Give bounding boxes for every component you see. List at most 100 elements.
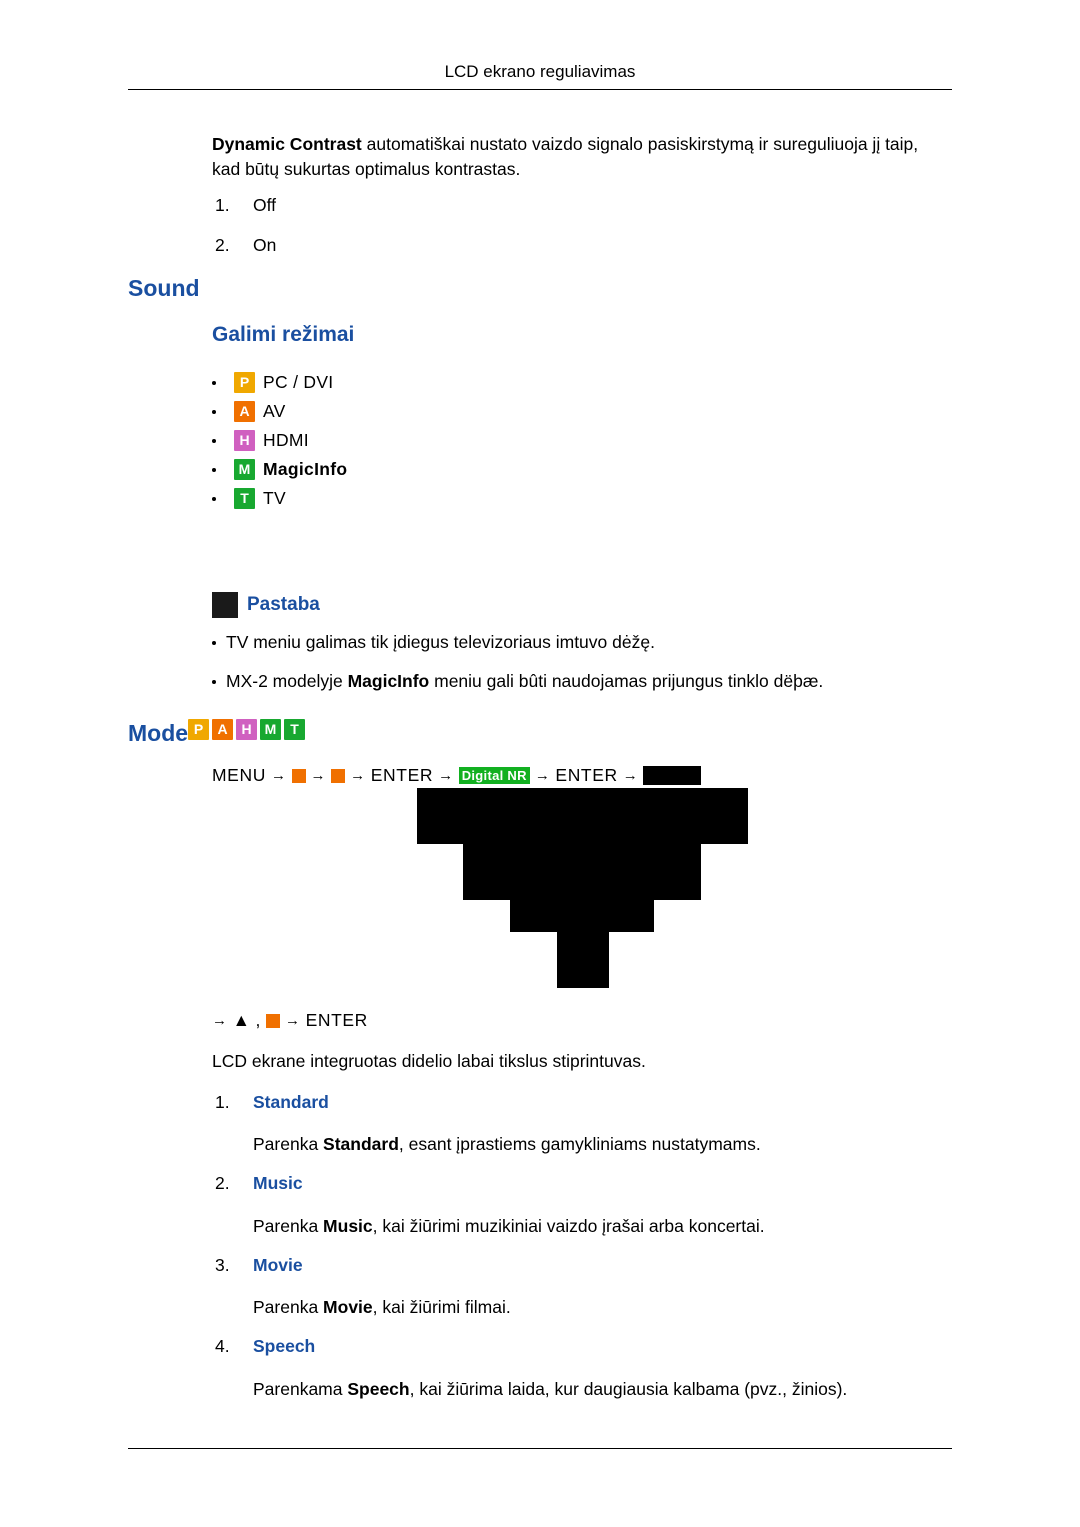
menu-path-line-1: MENU → → → ENTER → Digital NR → ENTER → <box>212 765 702 786</box>
mode-label-magicinfo: MagicInfo <box>263 459 348 479</box>
note-icon <box>212 592 238 618</box>
intro-option-2-index: 2. <box>215 235 230 255</box>
menu-keyword: MENU <box>212 765 266 785</box>
intro-option-1-label: Off <box>253 195 277 215</box>
mode-item-1-desc-bold: Standard <box>323 1134 399 1154</box>
redacted-image-part-3 <box>510 900 654 932</box>
mode-item-1-description: Parenka Standard, esant įprastiems gamyk… <box>253 1132 761 1157</box>
comma-separator: , <box>255 1010 261 1030</box>
intro-text: automatiškai nustato vaizdo signalo pasi… <box>361 134 919 154</box>
mode-item-2-desc-bold: Music <box>323 1216 373 1236</box>
mode-label-hdmi: HDMI <box>263 430 309 450</box>
menu-path-line-2: → ▲ , → ENTER <box>212 1010 368 1031</box>
footer-divider <box>128 1448 952 1449</box>
digital-nr-tag: Digital NR <box>458 767 530 784</box>
enter-keyword-2: ENTER <box>555 765 618 785</box>
list-item: M MagicInfo <box>212 455 347 484</box>
mode-item-3-desc-post: , kai žiūrimi filmai. <box>372 1297 511 1317</box>
mode-chip-a-icon: A <box>212 719 233 740</box>
redacted-image-part-4 <box>557 932 609 988</box>
arrow-icon: → <box>438 767 454 784</box>
subsection-heading-galimi-rezimai: Galimi režimai <box>212 323 355 346</box>
document-page: LCD ekrano reguliavimas Dynamic Contrast… <box>0 0 1080 1527</box>
mode-chip-h-icon: H <box>236 719 257 740</box>
bullet-dot-icon <box>212 409 216 414</box>
mode-item-2-description: Parenka Music, kai žiūrimi muzikiniai va… <box>253 1214 765 1239</box>
intro-option-1-index: 1. <box>215 195 230 215</box>
intro-line2: kad būtų sukurtas optimalus kontrastas. <box>212 159 521 179</box>
redacted-block <box>643 766 702 785</box>
mode-item-2-index: 2. <box>215 1173 230 1193</box>
bullet-dot-icon <box>212 438 216 443</box>
section-heading-sound: Sound <box>128 275 200 301</box>
available-modes-list: P PC / DVI A AV H HDMI M MagicInfo T TV <box>212 368 347 513</box>
mode-chip-p-icon: P <box>188 719 209 740</box>
mode-chip-row: P A H M T <box>188 719 305 740</box>
mode-item-4-desc-bold: Speech <box>347 1379 410 1399</box>
list-item: T TV <box>212 484 347 513</box>
bullet-dot-icon <box>212 641 216 645</box>
mode-item-3-desc-bold: Movie <box>323 1297 373 1317</box>
mode-item-2-desc-pre: Parenka <box>253 1216 324 1236</box>
note-item-2-bold: MagicInfo <box>347 671 430 691</box>
mode-chip-a-icon: A <box>234 401 255 422</box>
section-heading-mode: Mode <box>128 720 189 746</box>
mode-chip-t-icon: T <box>284 719 305 740</box>
list-item: H HDMI <box>212 426 347 455</box>
mode-description: LCD ekrane integruotas didelio labai tik… <box>212 1051 646 1071</box>
up-arrow-icon: ▲ <box>232 1010 251 1030</box>
list-item: MX-2 modelyje MagicInfo meniu gali bûti … <box>212 671 972 692</box>
page-header: LCD ekrano reguliavimas <box>444 62 636 81</box>
mode-item-1-label: Standard <box>253 1092 329 1112</box>
enter-keyword-3: ENTER <box>305 1010 368 1030</box>
mode-item-3-index: 3. <box>215 1255 230 1275</box>
mode-item-2-label: Music <box>253 1173 303 1193</box>
enter-keyword-1: ENTER <box>370 765 434 785</box>
orange-square-icon <box>266 1013 280 1028</box>
mode-item-3-label: Movie <box>253 1255 303 1275</box>
list-item: A AV <box>212 397 347 426</box>
arrow-icon: → <box>285 1012 301 1029</box>
mode-item-2-desc-post: , kai žiūrimi muzikiniai vaizdo įrašai a… <box>372 1216 765 1236</box>
header-divider <box>128 89 952 90</box>
mode-chip-m-icon: M <box>260 719 281 740</box>
bullet-dot-icon <box>212 380 216 385</box>
orange-square-icon <box>291 768 306 783</box>
redacted-image-part-1 <box>417 788 748 844</box>
bullet-dot-icon <box>212 680 216 684</box>
arrow-icon: → <box>622 767 639 784</box>
mode-label-av: AV <box>263 401 286 421</box>
mode-item-4-desc-post: , kai žiūrima laida, kur daugiausia kalb… <box>409 1379 848 1399</box>
mode-item-4-index: 4. <box>215 1336 230 1356</box>
redacted-image-part-2 <box>463 844 701 900</box>
mode-item-4-label: Speech <box>253 1336 316 1356</box>
arrow-icon: → <box>310 767 327 784</box>
mode-item-3-description: Parenka Movie, kai žiūrimi filmai. <box>253 1295 511 1320</box>
note-list: TV meniu galimas tik įdiegus televizoria… <box>212 632 972 710</box>
mode-item-3-desc-pre: Parenka <box>253 1297 324 1317</box>
arrow-icon: → <box>212 1012 228 1029</box>
list-item: TV meniu galimas tik įdiegus televizoria… <box>212 632 972 653</box>
bullet-dot-icon <box>212 496 216 501</box>
note-item-2-post: meniu gali bûti naudojamas prijungus tin… <box>429 671 824 691</box>
mode-chip-p-icon: P <box>234 372 255 393</box>
mode-label-tv: TV <box>263 488 286 508</box>
arrow-icon: → <box>350 767 366 784</box>
mode-item-1-index: 1. <box>215 1092 230 1112</box>
intro-bold-lead: Dynamic Contrast <box>212 134 362 154</box>
list-item: P PC / DVI <box>212 368 347 397</box>
mode-item-1-desc-post: , esant įprastiems gamykliniams nustatym… <box>398 1134 761 1154</box>
mode-item-4-desc-pre: Parenkama <box>253 1379 348 1399</box>
mode-chip-h-icon: H <box>234 430 255 451</box>
intro-paragraph: Dynamic Contrast automatiškai nustato va… <box>212 132 960 182</box>
note-label: Pastaba <box>247 594 320 615</box>
mode-item-1-desc-pre: Parenka <box>253 1134 324 1154</box>
note-item-2-pre: MX-2 modelyje <box>226 671 348 691</box>
orange-square-icon <box>331 768 346 783</box>
intro-option-2-label: On <box>253 235 277 255</box>
bullet-dot-icon <box>212 467 216 472</box>
mode-item-4-description: Parenkama Speech, kai žiūrima laida, kur… <box>253 1377 847 1402</box>
mode-chip-t-icon: T <box>234 488 255 509</box>
note-item-1-text: TV meniu galimas tik įdiegus televizoria… <box>226 632 655 652</box>
mode-chip-m-icon: M <box>234 459 255 480</box>
